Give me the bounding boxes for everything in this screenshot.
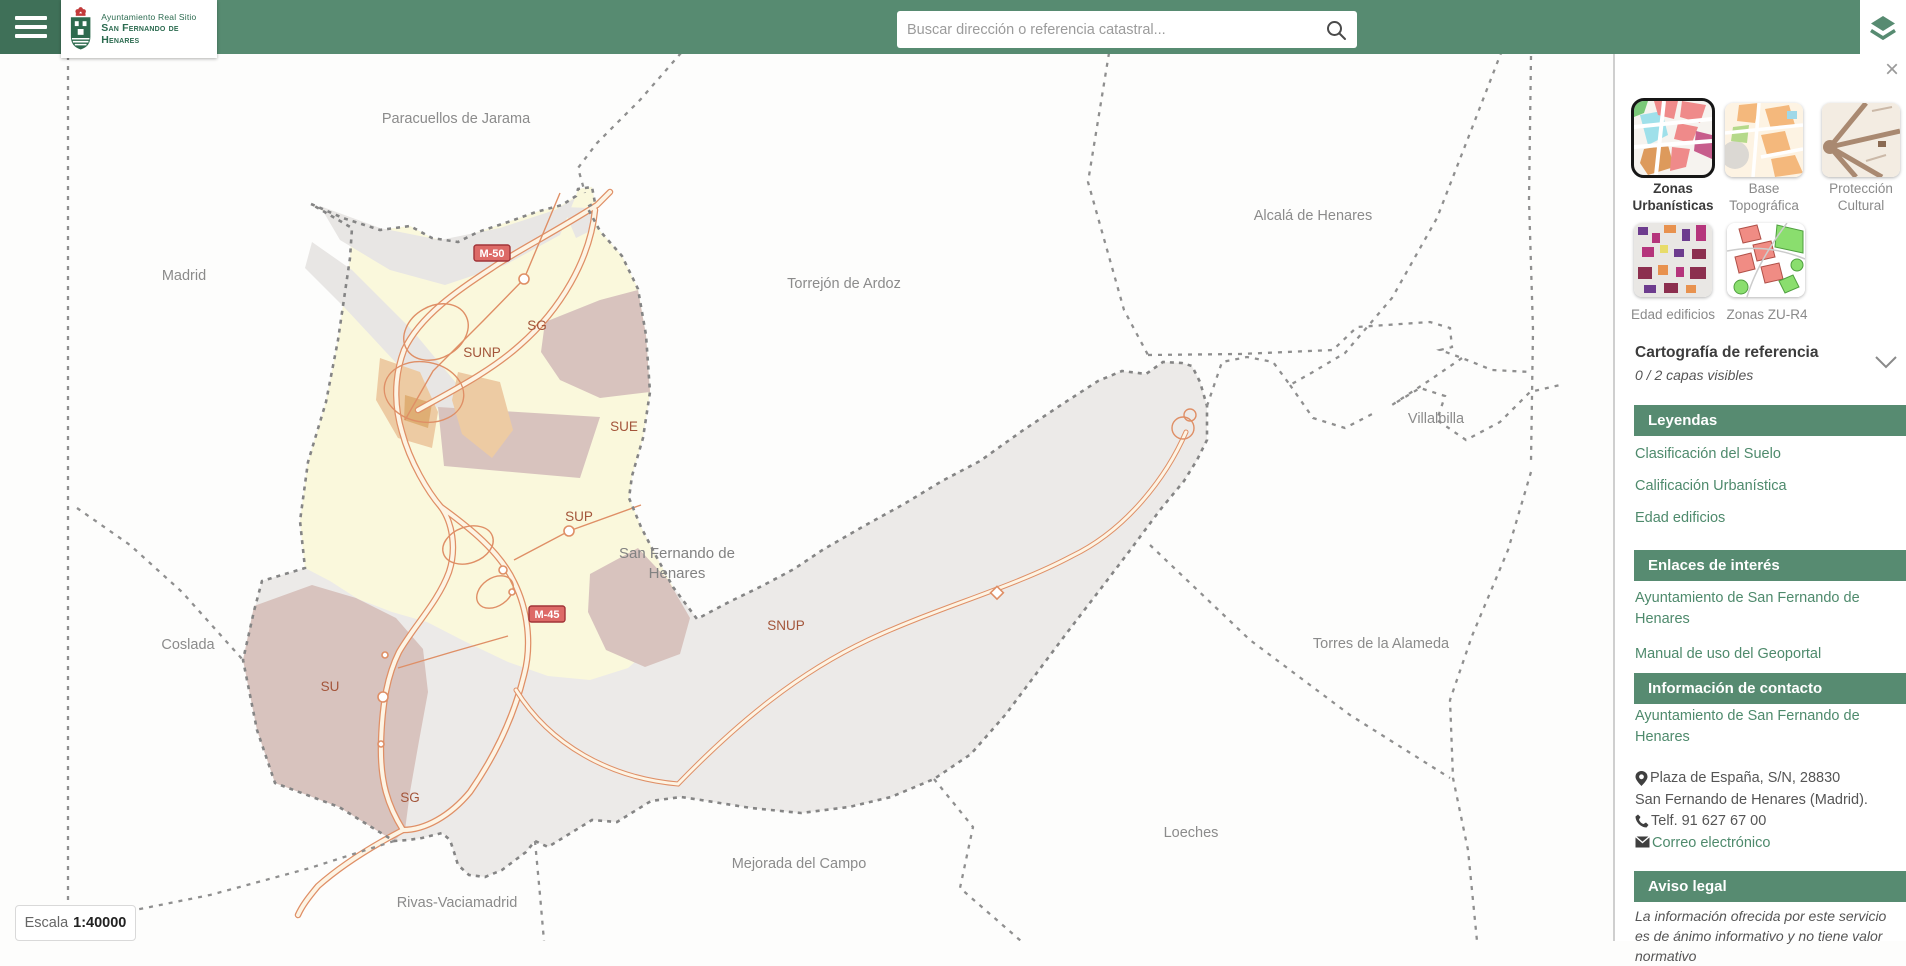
- city-label: Paracuellos de Jarama: [382, 111, 531, 127]
- city-label: Torrejón de Ardoz: [787, 276, 901, 292]
- road-badge-m-45: M-45: [529, 606, 565, 622]
- zone-label-sunp: SUNP: [463, 345, 501, 360]
- basemap-thumb-base-topografica[interactable]: [1725, 103, 1803, 177]
- basemap-label-base-topografica[interactable]: Base Topográfica: [1717, 181, 1811, 215]
- basemap-label-zonas-zu-r4[interactable]: Zonas ZU-R4: [1720, 307, 1814, 324]
- contact-address-line2: San Fernando de Henares (Madrid).: [1635, 790, 1893, 811]
- basemap-thumb-proteccion-cultural[interactable]: [1822, 103, 1900, 177]
- section-header-enlaces: Enlaces de interés: [1634, 550, 1906, 581]
- link-manual-geoportal[interactable]: Manual de uso del Geoportal: [1635, 644, 1885, 665]
- legend-link-clasificacion-suelo[interactable]: Clasificación del Suelo: [1635, 444, 1885, 465]
- city-label: Alcalá de Henares: [1254, 208, 1373, 224]
- chevron-down-icon[interactable]: [1874, 354, 1898, 370]
- basemap-preview-topografica: [1725, 103, 1803, 177]
- city-label: Madrid: [162, 268, 206, 284]
- zone-label-sg: SG: [527, 318, 547, 333]
- city-label: Coslada: [161, 637, 215, 653]
- reference-title: Cartografía de referencia: [1635, 344, 1880, 362]
- zone-label-sg: SG: [400, 790, 420, 805]
- hamburger-icon: [15, 16, 47, 20]
- svg-text:M-50: M-50: [479, 248, 504, 260]
- section-header-aviso-legal: Aviso legal: [1634, 871, 1906, 902]
- road-badge-m-50: M-50: [474, 245, 510, 261]
- basemap-preview-zonas: [1634, 101, 1712, 175]
- basemap-label-edad-edificios[interactable]: Edad edificios: [1626, 307, 1720, 324]
- basemap-thumb-zonas-urbanisticas[interactable]: [1634, 101, 1712, 175]
- basemap-preview-edad: [1634, 223, 1712, 297]
- envelope-icon: [1635, 836, 1650, 848]
- search-icon[interactable]: [1325, 19, 1347, 41]
- basemap-label-proteccion-cultural[interactable]: Protección Cultural: [1814, 181, 1906, 215]
- reference-visible-layers: 0 / 2 capas visibles: [1635, 367, 1880, 383]
- phone-icon: [1635, 814, 1649, 828]
- logo-line2: San Fernando de Henares: [101, 22, 217, 46]
- legend-link-edad-edificios[interactable]: Edad edificios: [1635, 508, 1885, 529]
- zone-label-su: SU: [321, 679, 340, 694]
- municipality-logo[interactable]: Ayuntamiento Real Sitio San Fernando de …: [61, 0, 217, 58]
- city-label: Torres de la Alameda: [1313, 636, 1450, 652]
- crest-icon: [67, 6, 96, 52]
- scale-label: Escala: [25, 915, 69, 931]
- basemap-preview-zu-r4: [1727, 223, 1805, 297]
- reference-cartography-section: Cartografía de referencia 0 / 2 capas vi…: [1635, 344, 1880, 383]
- map-pin-icon: [1635, 771, 1648, 786]
- search-bar: [897, 11, 1357, 48]
- contact-link-ayuntamiento[interactable]: Ayuntamiento de San Fernando de Henares: [1635, 706, 1875, 748]
- layers-sidebar: ×: [1613, 54, 1906, 941]
- contact-email-line: Correo electrónico: [1635, 833, 1893, 854]
- section-header-leyendas: Leyendas: [1634, 405, 1906, 436]
- svg-text:M-45: M-45: [534, 609, 559, 621]
- basemap-label-zonas-urbanisticas[interactable]: Zonas Urbanísticas: [1626, 181, 1720, 215]
- layers-icon: [1868, 12, 1898, 42]
- zone-label-snup: SNUP: [767, 618, 805, 633]
- zone-label-sue: SUE: [610, 419, 638, 434]
- scale-value: 1:40000: [73, 915, 126, 931]
- logo-text: Ayuntamiento Real Sitio San Fernando de …: [101, 12, 217, 46]
- city-label: Rivas-Vaciamadrid: [397, 895, 518, 911]
- city-label: Loeches: [1164, 825, 1219, 841]
- city-label: Villalbilla: [1408, 411, 1465, 427]
- close-icon[interactable]: ×: [1880, 58, 1904, 82]
- contact-phone-line: Telf. 91 627 67 00: [1635, 811, 1893, 832]
- city-label: Mejorada del Campo: [732, 856, 867, 872]
- layers-panel-toggle[interactable]: [1860, 0, 1906, 54]
- scale-indicator: Escala 1:40000: [15, 905, 136, 941]
- app-header: Ayuntamiento Real Sitio San Fernando de …: [0, 0, 1906, 54]
- email-link[interactable]: Correo electrónico: [1652, 833, 1770, 854]
- search-input[interactable]: [907, 22, 1325, 38]
- section-header-contacto: Información de contacto: [1634, 673, 1906, 704]
- zone-label-sup: SUP: [565, 509, 593, 524]
- legal-disclaimer-text: La información ofrecida por este servici…: [1635, 906, 1891, 966]
- menu-button[interactable]: [0, 0, 61, 54]
- link-ayuntamiento[interactable]: Ayuntamiento de San Fernando de Henares: [1635, 588, 1875, 630]
- legend-link-calificacion-urbanistica[interactable]: Calificación Urbanística: [1635, 476, 1885, 497]
- contact-address-line1: Plaza de España, S/N, 28830: [1635, 768, 1893, 789]
- basemap-thumb-zonas-zu-r4[interactable]: [1727, 223, 1805, 297]
- basemap-preview-proteccion: [1822, 103, 1900, 177]
- basemap-thumb-edad-edificios[interactable]: [1634, 223, 1712, 297]
- logo-line1: Ayuntamiento Real Sitio: [101, 12, 217, 22]
